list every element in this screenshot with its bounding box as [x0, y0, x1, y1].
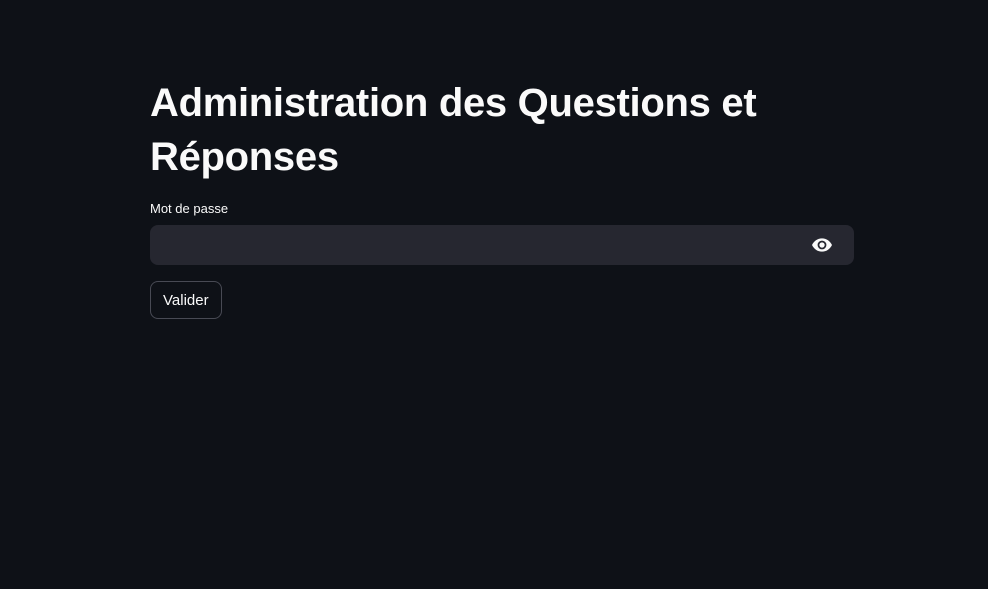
- password-label: Mot de passe: [150, 201, 229, 216]
- show-password-toggle[interactable]: [810, 235, 834, 255]
- eye-icon: [812, 238, 832, 252]
- password-input[interactable]: [150, 225, 790, 265]
- password-field-container: [150, 225, 854, 265]
- submit-button[interactable]: Valider: [150, 281, 222, 319]
- page-title: Administration des Questions et Réponses: [150, 81, 757, 179]
